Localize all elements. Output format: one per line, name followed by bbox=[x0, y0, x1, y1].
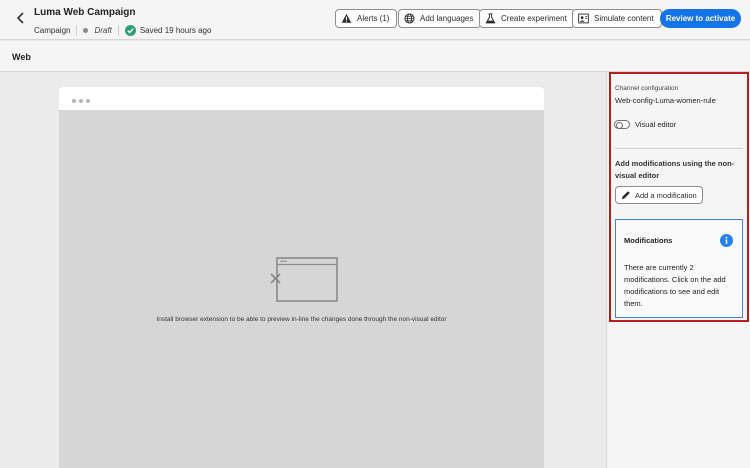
alerts-button[interactable]: Alerts (1) bbox=[335, 9, 398, 28]
channel-configuration-caption: Channel configuration bbox=[615, 85, 679, 92]
status-badge: Draft bbox=[94, 25, 112, 35]
simulate-content-label: Simulate content bbox=[594, 14, 654, 23]
campaign-meta: Campaign Draft Saved 19 hours ago bbox=[34, 23, 211, 37]
campaign-title: Luma Web Campaign bbox=[34, 7, 136, 18]
window-dot bbox=[86, 99, 90, 103]
preview-canvas: Install browser extension to be able to … bbox=[0, 72, 606, 468]
section-bar: Web bbox=[0, 41, 750, 72]
campaign-type: Campaign bbox=[34, 25, 71, 35]
modifications-text: There are currently 2 modifications. Cli… bbox=[624, 263, 726, 308]
preview-empty-message: Install browser extension to be able to … bbox=[156, 316, 447, 323]
add-languages-button[interactable]: Add languages bbox=[398, 9, 482, 28]
meta-divider bbox=[117, 24, 119, 36]
create-experiment-button[interactable]: Create experiment bbox=[479, 9, 575, 28]
modifications-card: Modifications There are currently 2 modi… bbox=[615, 219, 743, 318]
campaign-header: Luma Web Campaign Campaign Draft Saved 1… bbox=[0, 0, 750, 40]
add-modification-button[interactable]: Add a modification bbox=[615, 186, 703, 204]
add-languages-label: Add languages bbox=[420, 14, 474, 23]
pencil-icon bbox=[622, 191, 630, 199]
status-dot bbox=[83, 27, 89, 33]
info-icon[interactable] bbox=[720, 234, 733, 247]
simulate-content-button[interactable]: Simulate content bbox=[572, 9, 662, 28]
simulate-icon bbox=[578, 13, 589, 24]
alerts-label: Alerts (1) bbox=[357, 14, 390, 23]
window-dot bbox=[79, 99, 83, 103]
chevron-left-icon[interactable] bbox=[13, 10, 29, 26]
alert-triangle-icon bbox=[341, 13, 352, 23]
success-check-icon bbox=[124, 24, 136, 36]
visual-editor-label: Visual editor bbox=[635, 120, 677, 129]
browser-chrome bbox=[59, 87, 544, 110]
meta-divider bbox=[76, 24, 78, 36]
panel-divider bbox=[615, 148, 743, 149]
saved-status: Saved 19 hours ago bbox=[139, 25, 212, 35]
modifications-title: Modifications bbox=[624, 236, 673, 245]
window-dot bbox=[72, 99, 76, 103]
broken-page-icon bbox=[270, 257, 338, 302]
channel-configuration-value: Web-config-Luma-women-rule bbox=[615, 96, 716, 105]
add-modification-label: Add a modification bbox=[635, 190, 697, 200]
create-experiment-label: Create experiment bbox=[501, 14, 567, 23]
browser-preview: Install browser extension to be able to … bbox=[59, 87, 544, 468]
visual-editor-toggle[interactable] bbox=[614, 120, 630, 129]
globe-icon bbox=[404, 13, 415, 24]
beaker-icon bbox=[485, 13, 496, 24]
modifications-heading: Add modifications using the non-visual e… bbox=[615, 159, 735, 180]
review-to-activate-button[interactable]: Review to activate bbox=[660, 9, 741, 28]
section-title: Web bbox=[12, 52, 31, 62]
